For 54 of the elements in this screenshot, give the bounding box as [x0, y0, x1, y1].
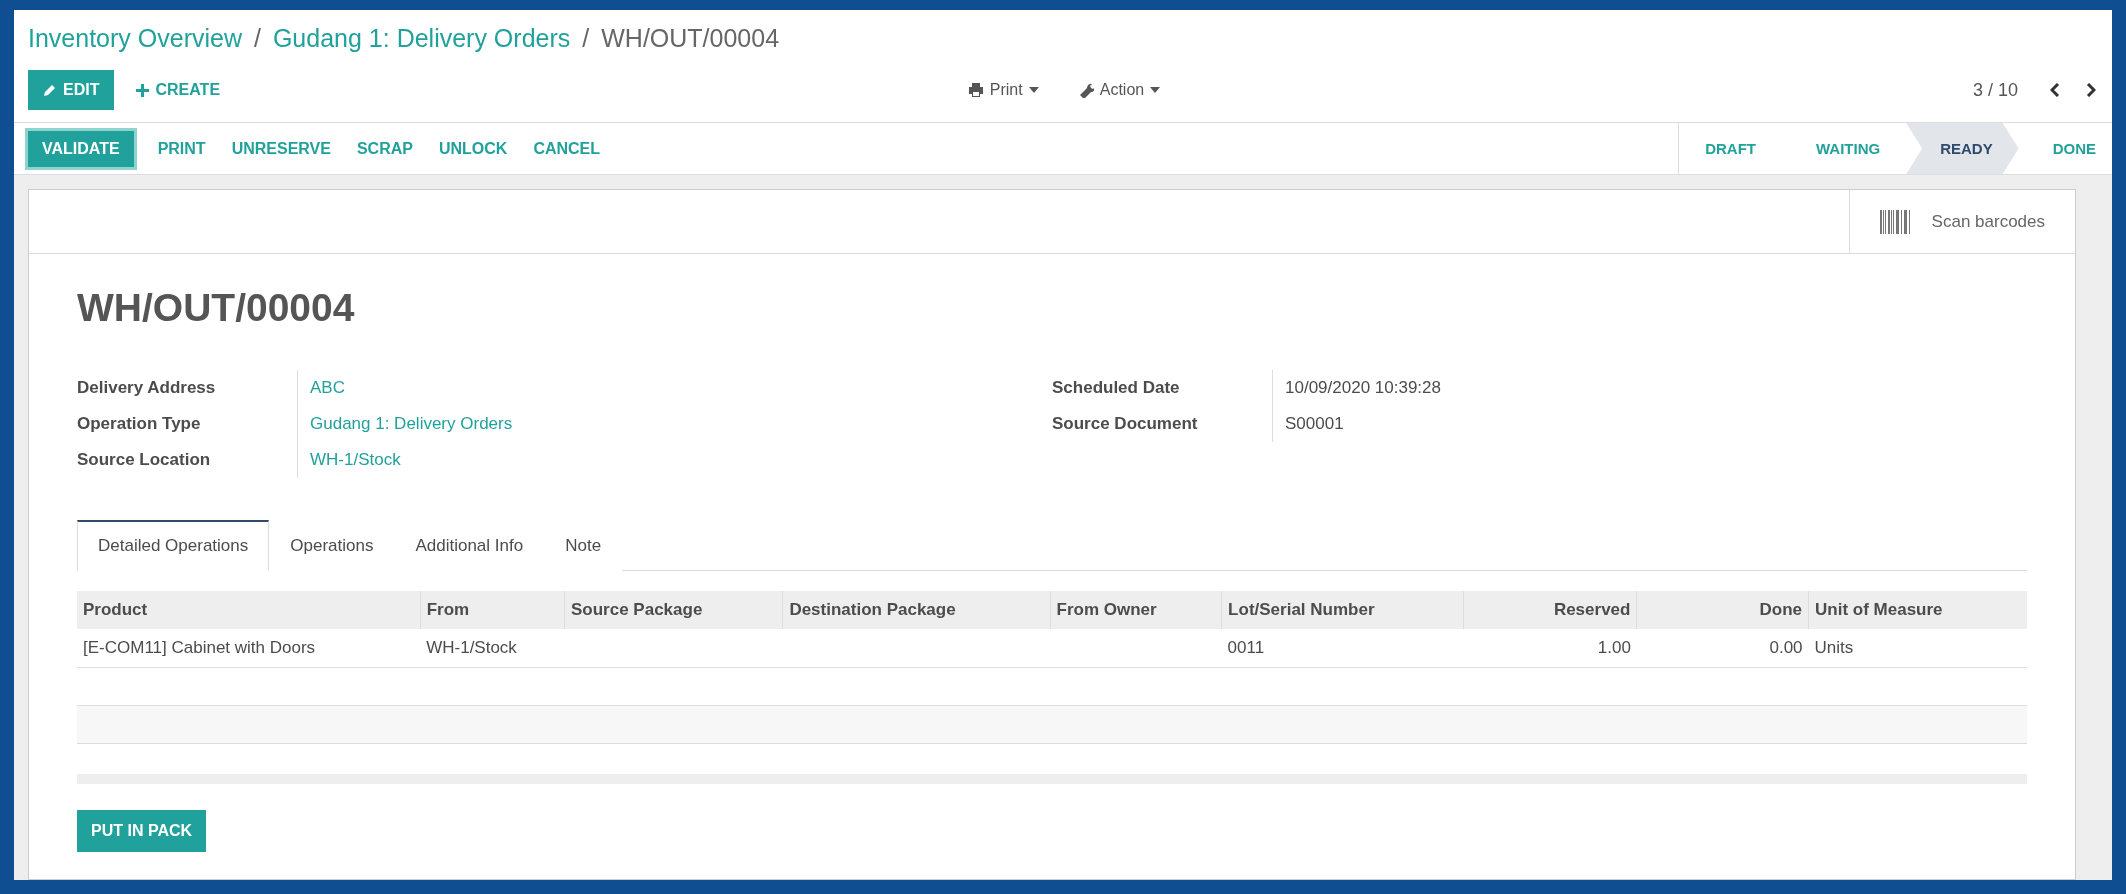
plus-icon: [136, 83, 150, 97]
action-button[interactable]: SCRAP: [354, 130, 415, 167]
column-header: From: [420, 591, 565, 629]
status-stage[interactable]: READY: [1906, 123, 2019, 174]
breadcrumb-separator: /: [253, 23, 261, 53]
table-cell: 0011: [1221, 629, 1464, 668]
column-header: Source Package: [564, 591, 783, 629]
caret-icon: [1150, 87, 1161, 93]
column-header: From Owner: [1050, 591, 1222, 629]
field-label: Source Document: [1052, 413, 1199, 435]
pager: 3 / 10: [1972, 79, 2018, 101]
caret-icon: [1028, 87, 1039, 93]
action-menu[interactable]: Action: [1072, 80, 1167, 100]
field-label: Scheduled Date: [1052, 377, 1181, 399]
record-title: WH/OUT/00004: [77, 286, 356, 330]
breadcrumb-current: WH/OUT/00004: [601, 23, 780, 53]
table-cell: 0.00: [1636, 629, 1809, 668]
chevron-right-icon: [2086, 83, 2096, 97]
field-link[interactable]: WH-1/Stock: [297, 442, 1052, 478]
breadcrumb-link[interactable]: Gudang 1: Delivery Orders: [272, 23, 571, 53]
field-value: 10/09/2020 10:39:28: [1272, 370, 2027, 406]
edit-button[interactable]: EDIT: [28, 70, 115, 110]
column-header: Destination Package: [782, 591, 1050, 629]
table-cell: 1.00: [1463, 629, 1637, 668]
action-button[interactable]: CANCEL: [531, 130, 603, 167]
table-cell: Units: [1808, 629, 2027, 668]
put-in-pack-button[interactable]: PUT IN PACK: [77, 810, 207, 852]
action-button[interactable]: UNLOCK: [436, 130, 510, 167]
action-button[interactable]: UNRESERVE: [229, 130, 333, 167]
column-header: Product: [77, 591, 421, 629]
column-header: Lot/Serial Number: [1221, 591, 1464, 629]
field-link[interactable]: Gudang 1: Delivery Orders: [297, 406, 1052, 442]
action-button[interactable]: PRINT: [155, 130, 208, 167]
column-header: Unit of Measure: [1808, 591, 2027, 629]
barcode-icon: [1879, 209, 1912, 234]
column-header: Reserved: [1463, 591, 1637, 629]
tab[interactable]: Detailed Operations: [77, 520, 270, 571]
table-cell: WH-1/Stock: [420, 629, 565, 668]
field-link[interactable]: ABC: [297, 370, 1052, 406]
field-value: S00001: [1272, 406, 2027, 442]
pencil-icon: [43, 83, 57, 97]
printer-icon: [967, 83, 984, 97]
breadcrumb-link[interactable]: Inventory Overview: [28, 23, 242, 53]
field-label: Operation Type: [77, 413, 202, 435]
chevron-left-icon: [2050, 83, 2060, 97]
create-button[interactable]: CREATE: [132, 70, 225, 110]
print-menu[interactable]: Print: [961, 80, 1045, 100]
table-cell: [E-COM11] Cabinet with Doors: [77, 629, 421, 668]
column-header: Done: [1636, 591, 1809, 629]
wrench-icon: [1078, 82, 1094, 98]
field-label: Source Location: [77, 449, 212, 471]
validate-button[interactable]: VALIDATE: [28, 130, 134, 167]
breadcrumb-separator: /: [582, 23, 590, 53]
field-label: Delivery Address: [77, 377, 217, 399]
